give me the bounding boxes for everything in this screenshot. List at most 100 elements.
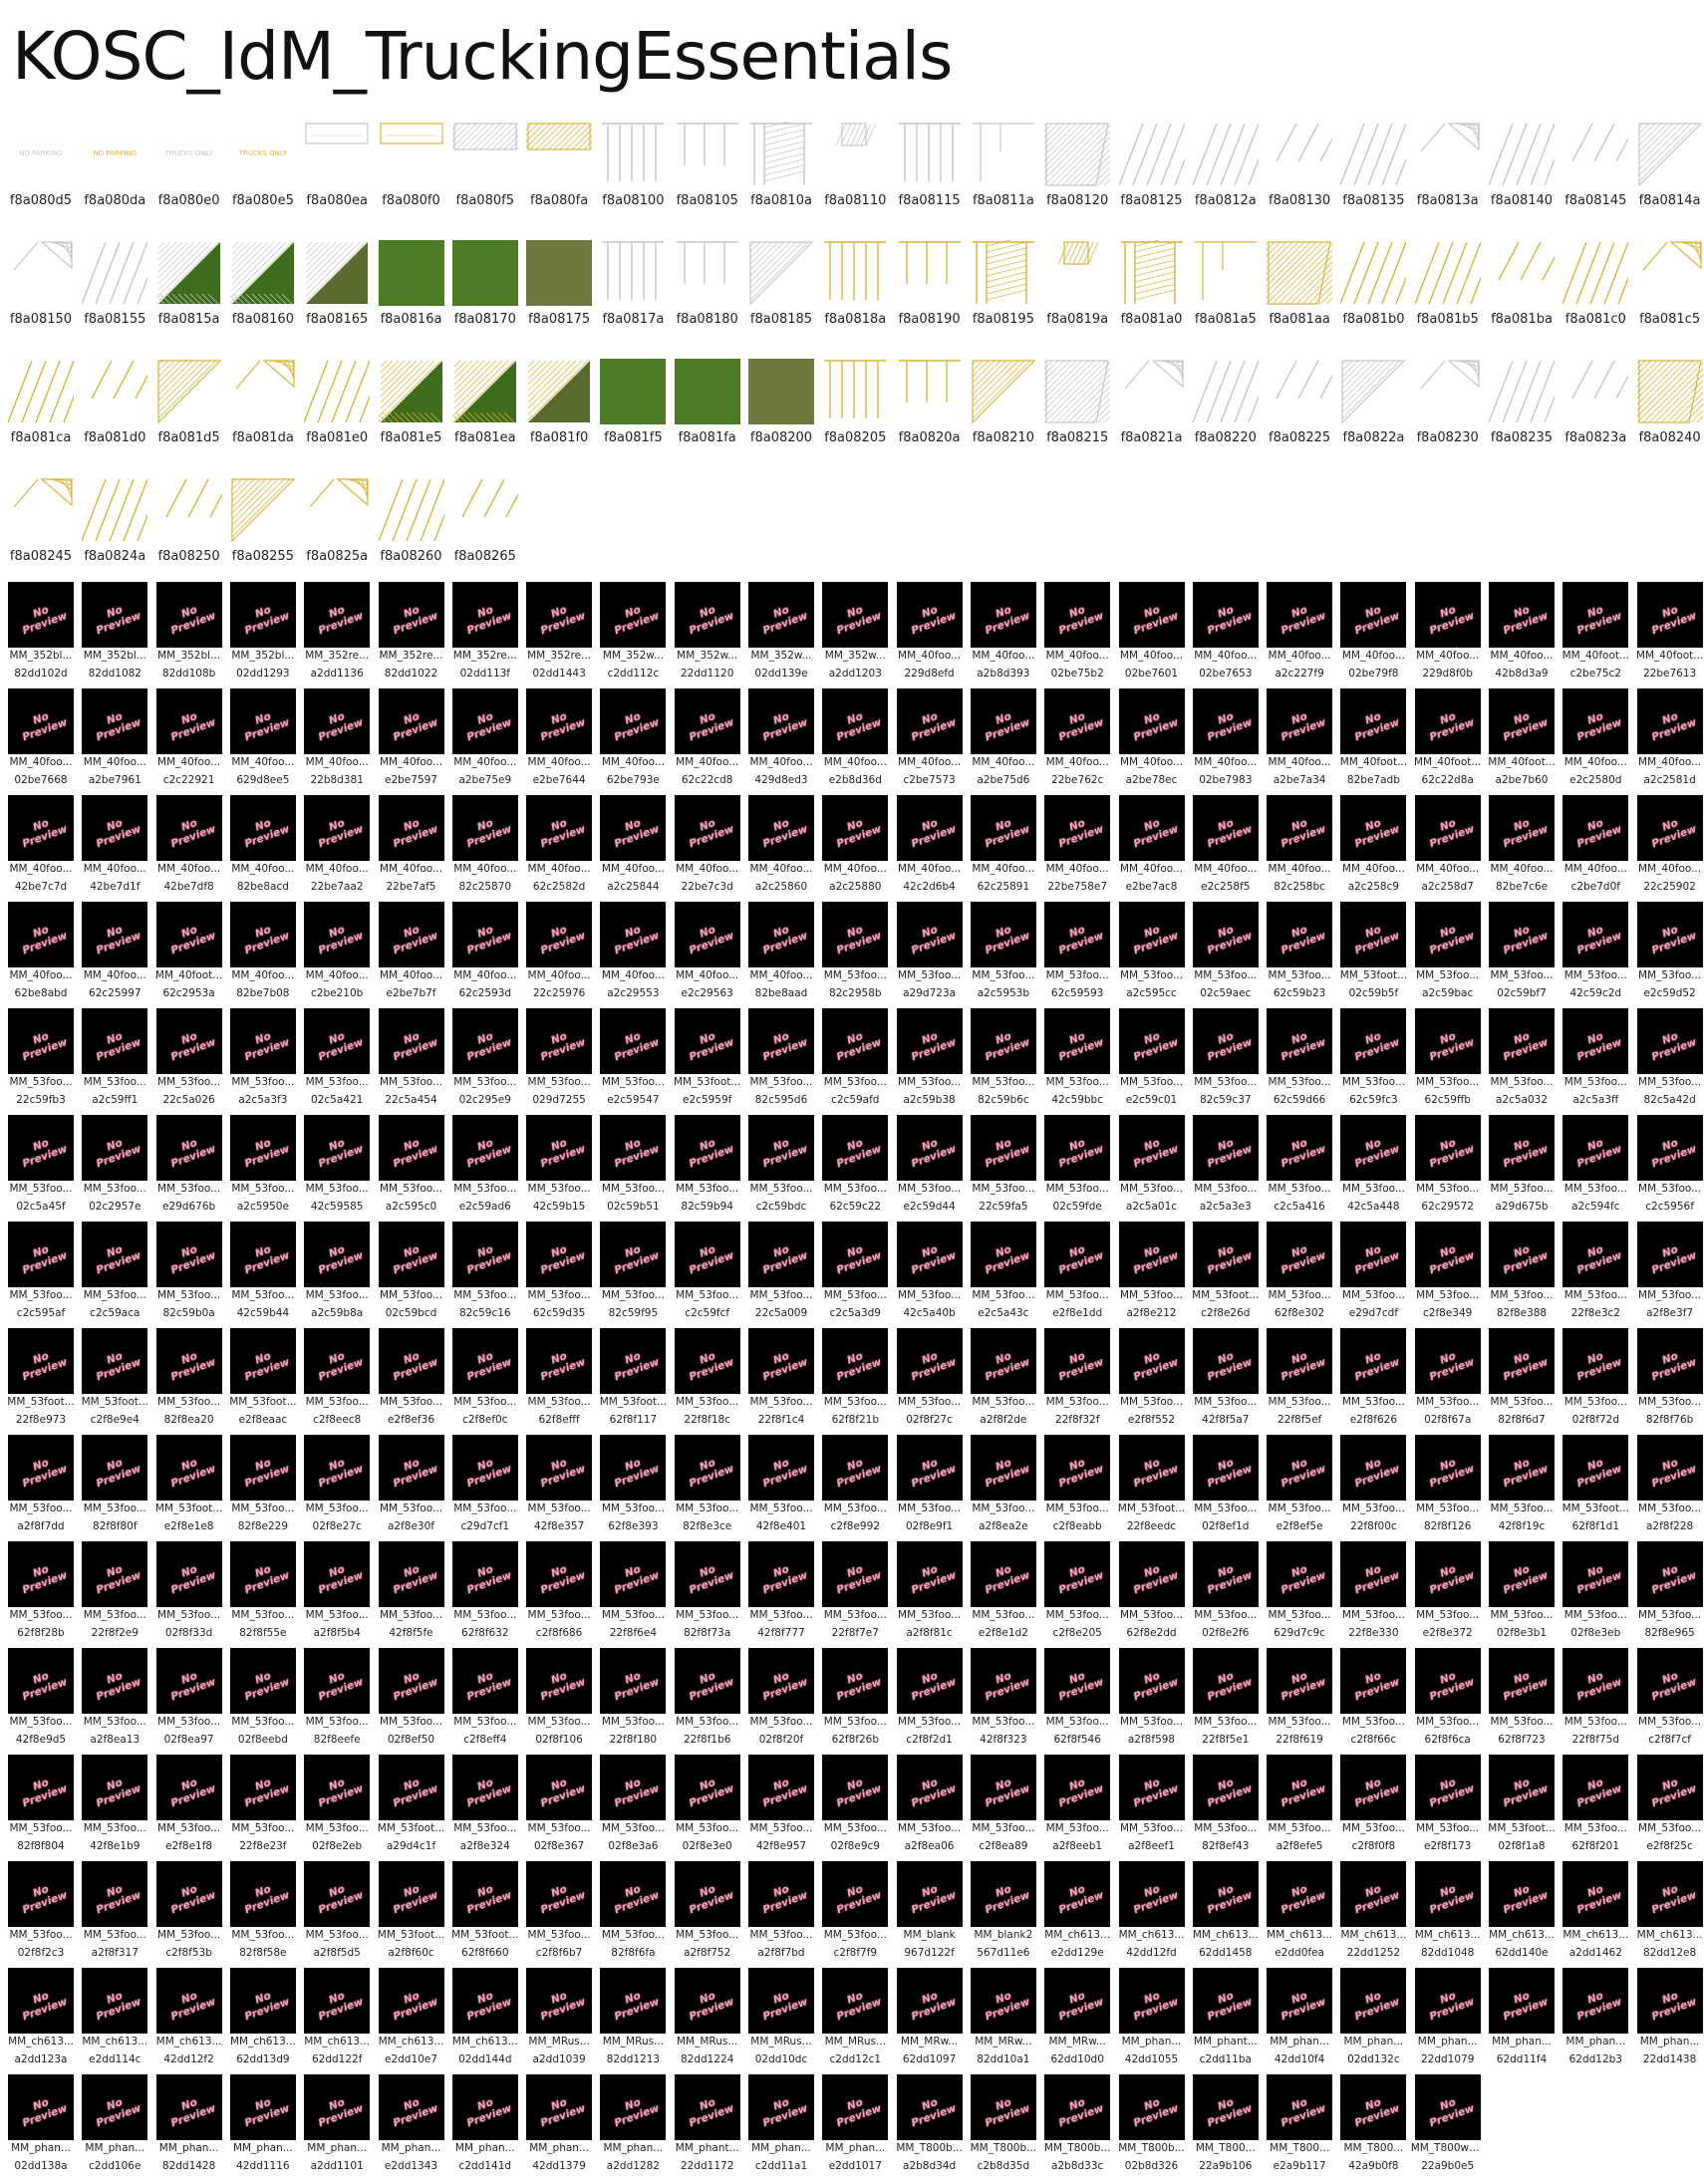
preview-item[interactable]: No Preview MM_40foo... a2c227f9 [1263,582,1336,680]
preview-item[interactable]: No Preview MM_53foo... c2f8f53b [152,1861,226,1959]
preview-item[interactable]: No Preview MM_53foo... c2f8f2d1 [893,1648,967,1746]
preview-item[interactable]: No Preview MM_53foo... a2f8f752 [671,1861,744,1959]
texture-item[interactable]: f8a081ca [4,359,78,445]
preview-item[interactable]: No Preview MM_40foo... a2be7961 [78,688,151,786]
preview-item[interactable]: No Preview MM_ch613... e2dd10e7 [375,1968,448,2065]
preview-item[interactable]: No Preview MM_40foo... 62be8abd [4,902,78,999]
preview-item[interactable]: No Preview MM_53foo... 62f8e302 [1263,1222,1336,1319]
preview-item[interactable]: No Preview MM_ch613... 62dd140e [1485,1861,1559,1959]
preview-item[interactable]: No Preview MM_53foo... 82f8f6fa [596,1861,670,1959]
preview-item[interactable]: No Preview MM_53foo... 82f8f55e [226,1541,300,1639]
preview-item[interactable]: No Preview MM_phan... c2dd141d [448,2074,522,2172]
preview-item[interactable]: No Preview MM_40foo... 02be79f8 [1336,582,1410,680]
preview-item[interactable]: No Preview MM_53foo... c2f8e992 [818,1435,892,1532]
texture-item[interactable]: f8a08265 [448,477,522,564]
preview-item[interactable]: No Preview MM_53foo... 62f8f28b [4,1541,78,1639]
preview-item[interactable]: No Preview MM_53foo... c2f8eec8 [300,1328,374,1426]
texture-item[interactable]: f8a081f5 [596,359,670,445]
preview-item[interactable]: No Preview MM_53foot... 02f8f1a8 [1485,1755,1559,1852]
preview-item[interactable]: No Preview MM_53foo... 42c5a40b [893,1222,967,1319]
texture-item[interactable]: f8a081ea [448,359,522,445]
preview-item[interactable]: No Preview MM_40foo... 42b8d3a9 [1485,582,1559,680]
texture-item[interactable]: f8a08155 [78,240,151,327]
preview-item[interactable]: No Preview MM_53foo... a2f8f317 [78,1861,151,1959]
preview-item[interactable]: No Preview MM_53foo... 02c295e9 [448,1008,522,1106]
preview-item[interactable]: No Preview MM_53foo... 42f8f323 [967,1648,1040,1746]
preview-item[interactable]: No Preview MM_53foo... a2f8eeb1 [1040,1755,1114,1852]
preview-item[interactable]: No Preview MM_53foot... 02c59b5f [1336,902,1410,999]
preview-item[interactable]: No Preview MM_40foo... e2c29563 [671,902,744,999]
preview-item[interactable]: No Preview MM_40foo... 62c2593d [448,902,522,999]
preview-item[interactable]: No Preview MM_53foot... e2f8eaac [226,1328,300,1426]
preview-item[interactable]: No Preview MM_53foo... a2f8f2de [967,1328,1040,1426]
texture-item[interactable]: f8a08200 [744,359,818,445]
texture-item[interactable]: f8a08175 [522,240,596,327]
preview-item[interactable]: No Preview MM_phan... 02dd138a [4,2074,78,2172]
preview-item[interactable]: No Preview MM_53foot... c2f8e26d [1189,1222,1263,1319]
preview-item[interactable]: No Preview MM_53foo... a2f8e324 [448,1755,522,1852]
preview-item[interactable]: No Preview MM_40foo... 42c2d6b4 [893,795,967,893]
preview-item[interactable]: No Preview MM_53foo... 62c29572 [1411,1115,1485,1213]
preview-item[interactable]: No Preview MM_53foo... a2c595c0 [375,1115,448,1213]
preview-item[interactable]: No Preview MM_53foo... 82f8f80f [78,1435,151,1532]
texture-item[interactable]: NO PARKING f8a080d5 [4,122,78,208]
preview-item[interactable]: No Preview MM_53foo... c2c59bdc [744,1115,818,1213]
preview-item[interactable]: No Preview MM_53foo... 42f8e401 [744,1435,818,1532]
preview-item[interactable]: No Preview MM_352bl... 82dd1082 [78,582,151,680]
preview-item[interactable]: No Preview MM_53foo... 02f8e27c [300,1435,374,1532]
preview-item[interactable]: No Preview MM_53foo... 62f8f723 [1485,1648,1559,1746]
texture-item[interactable]: f8a08125 [1115,122,1189,208]
preview-item[interactable]: No Preview MM_53foo... 82f8ea20 [152,1328,226,1426]
preview-item[interactable]: No Preview MM_40foo... a2b8d393 [967,582,1040,680]
preview-item[interactable]: No Preview MM_53foo... 22f8f18c [671,1328,744,1426]
texture-item[interactable]: f8a0815a [152,240,226,327]
preview-item[interactable]: No Preview MM_53foo... a2c594fc [1559,1115,1632,1213]
preview-item[interactable]: No Preview MM_53foo... e2f8e372 [1411,1541,1485,1639]
preview-item[interactable]: No Preview MM_40foo... 02be7983 [1189,688,1263,786]
preview-item[interactable]: No Preview MM_ch613... 22dd1252 [1336,1861,1410,1959]
preview-item[interactable]: No Preview MM_53foo... 22f8f1b6 [671,1648,744,1746]
texture-item[interactable]: f8a081a0 [1115,240,1189,327]
preview-item[interactable]: No Preview MM_352bl... 02dd1293 [226,582,300,680]
preview-item[interactable]: No Preview MM_53foo... 22f8f1c4 [744,1328,818,1426]
preview-item[interactable]: No Preview MM_T800... e2a9b117 [1263,2074,1336,2172]
preview-item[interactable]: No Preview MM_53foo... 22f8e3c2 [1559,1222,1632,1319]
preview-item[interactable]: No Preview MM_53foo... e29d7cdf [1336,1222,1410,1319]
preview-item[interactable]: No Preview MM_53foo... e2c59d52 [1633,902,1704,999]
preview-item[interactable]: No Preview MM_53foo... 82f8f126 [1411,1435,1485,1532]
preview-item[interactable]: No Preview MM_53foo... 02c2957e [78,1115,151,1213]
preview-item[interactable]: No Preview MM_53foot... 62f8f117 [596,1328,670,1426]
preview-item[interactable]: No Preview MM_53foo... 82f8e965 [1633,1541,1704,1639]
preview-item[interactable]: No Preview MM_40foo... 229d8f0b [1411,582,1485,680]
preview-item[interactable]: No Preview MM_40foo... 229d8efd [893,582,967,680]
preview-item[interactable]: No Preview MM_53foo... a2f8f5d5 [300,1861,374,1959]
preview-item[interactable]: No Preview MM_53foo... 02c59b51 [596,1115,670,1213]
preview-item[interactable]: No Preview MM_53foo... 22f8e23f [226,1755,300,1852]
preview-item[interactable]: No Preview MM_40foo... a2c2581d [1633,688,1704,786]
preview-item[interactable]: No Preview MM_53foo... 22f8f6e4 [596,1541,670,1639]
preview-item[interactable]: No Preview MM_40foo... e2be7ac8 [1115,795,1189,893]
preview-item[interactable]: No Preview MM_53foo... 62c59d35 [522,1222,596,1319]
preview-item[interactable]: No Preview MM_53foo... a2f8f7bd [744,1861,818,1959]
preview-item[interactable]: No Preview MM_40foo... 42be7d1f [78,795,151,893]
preview-item[interactable]: No Preview MM_53foo... a2c5a032 [1485,1008,1559,1106]
preview-item[interactable]: No Preview MM_ch613... 62dd13d9 [226,1968,300,2065]
preview-item[interactable]: No Preview MM_53foot... e2f8e1e8 [152,1435,226,1532]
preview-item[interactable]: No Preview MM_40foo... 62c2582d [522,795,596,893]
preview-item[interactable]: No Preview MM_53foo... 62f8f26b [818,1648,892,1746]
texture-item[interactable]: f8a08130 [1263,122,1336,208]
preview-item[interactable]: No Preview MM_53foo... e2c59ad6 [448,1115,522,1213]
preview-item[interactable]: No Preview MM_53foo... 02f8f2c3 [4,1861,78,1959]
preview-item[interactable]: No Preview MM_53foo... c2f8f7cf [1633,1648,1704,1746]
preview-item[interactable]: No Preview MM_40foo... 62c22cd8 [671,688,744,786]
texture-item[interactable]: f8a08135 [1336,122,1410,208]
preview-item[interactable]: No Preview MM_40foo... 02be7668 [4,688,78,786]
preview-item[interactable]: No Preview MM_40foo... e2c2580d [1559,688,1632,786]
texture-item[interactable]: f8a081f0 [522,359,596,445]
preview-item[interactable]: No Preview MM_53foo... a2c5a3f3 [226,1008,300,1106]
preview-item[interactable]: No Preview MM_53foo... 22f8f5ef [1263,1328,1336,1426]
preview-item[interactable]: No Preview MM_53foo... 62f8f6ca [1411,1648,1485,1746]
preview-item[interactable]: No Preview MM_53foo... a2c5953b [967,902,1040,999]
texture-item[interactable]: f8a0823a [1559,359,1632,445]
preview-item[interactable]: No Preview MM_40foo... e2c258f5 [1189,795,1263,893]
